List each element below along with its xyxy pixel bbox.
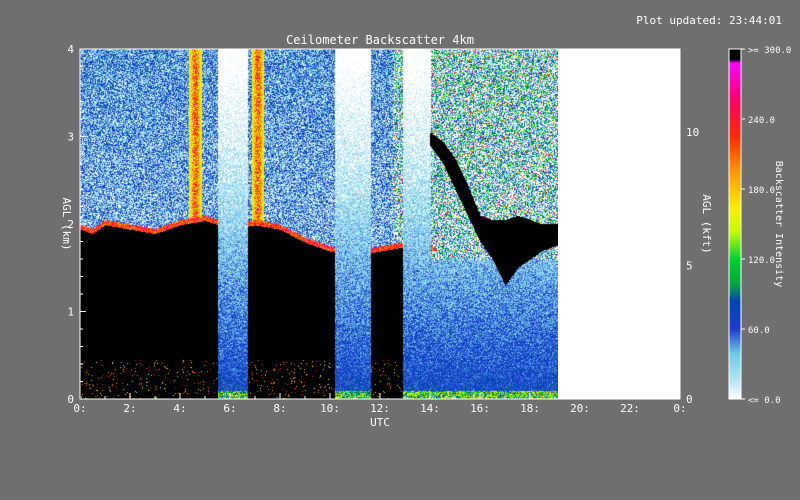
x-tick-label: 12: (370, 402, 390, 415)
colorbar: <= 0.0 60.0 120.0 180.0 240.0 >= 300.0 Backsc… (728, 46, 791, 406)
x-tick-label: 2: (123, 402, 136, 415)
left-y-axis-label: AGL (km) (60, 198, 73, 251)
ceilometer-chart: Plot updated: 23:44:01 Ceilometer Backsc… (60, 14, 791, 429)
backscatter-heatmap (80, 49, 558, 399)
x-tick-label: 0: (73, 402, 86, 415)
colorbar-tick-label: 240.0 (748, 116, 775, 126)
left-y-tick-label: 0 (67, 393, 74, 406)
colorbar-tick-label: 60.0 (748, 326, 770, 336)
x-tick-label: 10: (320, 402, 340, 415)
x-tick-label: 6: (223, 402, 236, 415)
plot-updated-text: Plot updated: 23:44:01 (636, 14, 782, 27)
plot-area (80, 49, 680, 399)
colorbar-tick-label: >= 300.0 (748, 46, 791, 56)
x-tick-label: 4: (173, 402, 186, 415)
right-y-axis-label: AGL (kft) (700, 194, 713, 254)
colorbar-label: Backscatter Intensity (773, 161, 784, 287)
x-tick-label: 16: (470, 402, 490, 415)
x-tick-label: 0: (673, 402, 686, 415)
colorbar-tick-label: 180.0 (748, 186, 775, 196)
x-axis-label: UTC (370, 416, 390, 429)
right-y-tick-label: 5 (686, 260, 693, 273)
colorbar-tick-label: <= 0.0 (748, 396, 781, 406)
right-y-tick-label: 0 (686, 393, 693, 406)
left-y-tick-label: 1 (67, 306, 74, 319)
right-y-tick-label: 10 (686, 126, 699, 139)
left-y-tick-label: 3 (67, 131, 74, 144)
x-tick-label: 8: (273, 402, 286, 415)
x-tick-label: 18: (520, 402, 540, 415)
x-tick-label: 14: (420, 402, 440, 415)
chart-title: Ceilometer Backscatter 4km (286, 33, 474, 47)
x-tick-label: 20: (570, 402, 590, 415)
left-y-tick-label: 4 (67, 43, 74, 56)
colorbar-gradient (729, 49, 741, 399)
x-tick-label: 22: (620, 402, 640, 415)
colorbar-tick-label: 120.0 (748, 256, 775, 266)
